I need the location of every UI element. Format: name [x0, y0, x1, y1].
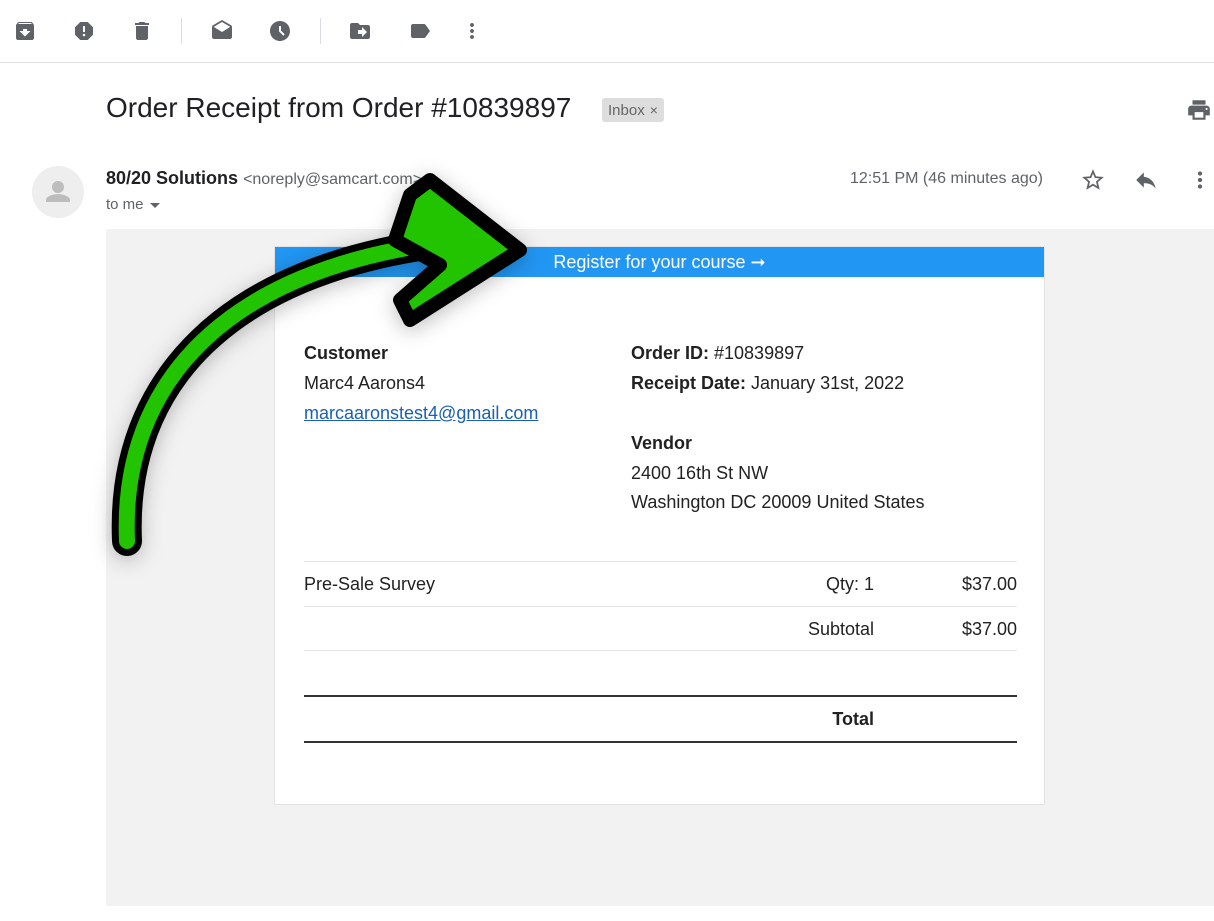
receipt-date-value: January 31st, 2022: [746, 373, 905, 393]
subtotal-value: $37.00: [961, 619, 1017, 639]
receipt-date-label: Receipt Date:: [631, 373, 747, 393]
receipt-card: Register for your course ➞ Customer Marc…: [274, 246, 1045, 805]
delete-icon[interactable]: [130, 19, 154, 43]
person-icon: [46, 181, 70, 202]
sender-name: 80/20 Solutions: [106, 168, 239, 188]
print-icon[interactable]: [1186, 97, 1212, 123]
total-label: Total: [832, 709, 874, 729]
customer-heading: Customer: [304, 343, 389, 363]
recipients-label: to me: [106, 196, 144, 213]
receipt-date: Receipt Date: January 31st, 2022: [631, 373, 904, 394]
star-icon[interactable]: [1080, 167, 1106, 193]
more-icon[interactable]: [460, 19, 484, 43]
mark-unread-icon[interactable]: [210, 19, 234, 43]
divider: [304, 606, 1017, 607]
archive-icon[interactable]: [13, 19, 37, 43]
inbox-label-chip[interactable]: Inbox ×: [602, 98, 664, 122]
line-item-name: Pre-Sale Survey: [304, 574, 436, 594]
toolbar-divider: [320, 18, 321, 44]
toolbar: [0, 0, 1214, 63]
label-icon[interactable]: [408, 19, 432, 43]
sender: 80/20 Solutions <noreply@samcart.com>: [106, 168, 422, 189]
sender-avatar: [32, 166, 84, 218]
total-divider-bottom: [304, 741, 1017, 743]
move-to-icon[interactable]: [348, 19, 372, 43]
vendor-address-line1: 2400 16th St NW: [631, 463, 769, 483]
inbox-label-text: Inbox: [608, 102, 645, 119]
subtotal-label: Subtotal: [807, 619, 874, 639]
vendor-heading: Vendor: [631, 433, 693, 453]
customer-name: Marc4 Aarons4: [304, 373, 426, 393]
email-timestamp: 12:51 PM (46 minutes ago): [850, 170, 1043, 187]
order-id-value: #10839897: [709, 343, 805, 363]
recipients-dropdown[interactable]: to me: [106, 196, 160, 213]
total-divider-top: [304, 695, 1017, 697]
toolbar-divider: [181, 18, 182, 44]
snooze-icon[interactable]: [268, 19, 292, 43]
report-spam-icon[interactable]: [72, 19, 96, 43]
reply-icon[interactable]: [1133, 167, 1159, 193]
divider: [304, 561, 1017, 562]
divider: [304, 650, 1017, 651]
line-item-price: $37.00: [961, 574, 1017, 594]
order-id: Order ID: #10839897: [631, 343, 804, 364]
chevron-down-icon: [149, 202, 160, 208]
line-item-qty: Qty: 1: [825, 574, 874, 594]
vendor-address-line2: Washington DC 20009 United States: [631, 492, 925, 512]
more-options-icon[interactable]: [1187, 167, 1213, 193]
customer-email-link[interactable]: marcaaronstest4@gmail.com: [304, 403, 538, 424]
remove-label-icon[interactable]: ×: [650, 102, 658, 118]
email-subject: Order Receipt from Order #10839897: [106, 92, 572, 123]
order-id-label: Order ID:: [631, 343, 710, 363]
sender-address: <noreply@samcart.com>: [243, 171, 423, 188]
register-course-link[interactable]: Register for your course ➞: [275, 247, 1044, 277]
